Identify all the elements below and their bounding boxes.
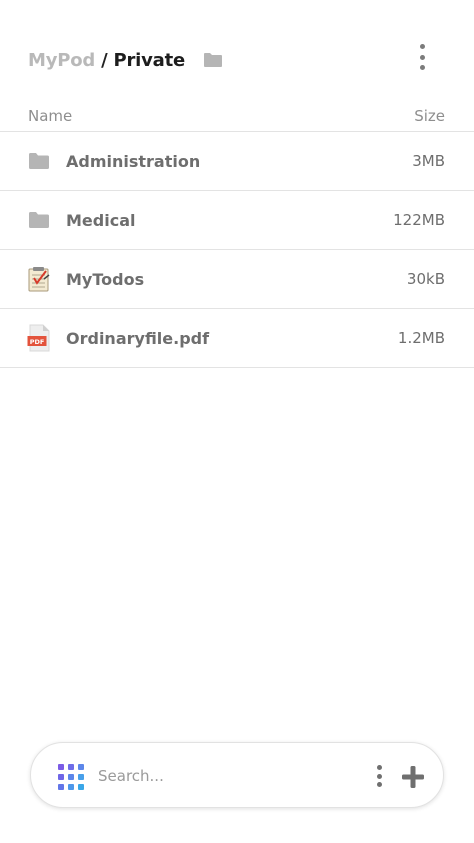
svg-text:PDF: PDF (30, 338, 45, 346)
file-list: Administration 3MB Medical 122MB MyTodos… (0, 132, 474, 368)
file-name: Administration (66, 151, 201, 171)
plus-icon[interactable] (402, 766, 424, 788)
breadcrumb-separator: / (101, 49, 108, 71)
file-size: 30kB (406, 270, 445, 288)
more-vertical-icon[interactable] (375, 765, 383, 787)
header: MyPod / Private (28, 38, 446, 82)
file-name: Medical (66, 210, 136, 230)
list-item[interactable]: Administration 3MB (0, 132, 474, 191)
list-item[interactable]: MyTodos 30kB (0, 250, 474, 309)
file-size: 1.2MB (397, 329, 445, 347)
list-item[interactable]: PDF Ordinaryfile.pdf 1.2MB (0, 309, 474, 368)
file-name: Ordinaryfile.pdf (66, 328, 210, 348)
apps-grid-icon[interactable] (58, 764, 84, 790)
list-item[interactable]: Medical 122MB (0, 191, 474, 250)
folder-icon (27, 208, 51, 232)
column-header-size[interactable]: Size (414, 107, 445, 125)
search-bar (30, 742, 444, 808)
folder-icon (204, 53, 223, 67)
breadcrumb-root[interactable]: MyPod (28, 50, 95, 71)
file-name: MyTodos (66, 269, 145, 289)
column-header-name[interactable]: Name (28, 107, 72, 125)
column-headers: Name Size (28, 104, 445, 128)
file-size: 122MB (393, 211, 445, 229)
breadcrumb-current: Private (113, 49, 186, 71)
todo-notepad-icon (27, 267, 51, 292)
folder-icon (27, 149, 51, 173)
breadcrumb: MyPod / Private (28, 50, 223, 71)
pdf-file-icon: PDF (27, 324, 51, 352)
more-vertical-icon[interactable] (416, 44, 428, 70)
file-browser-page: MyPod / Private Name Size Administration… (0, 0, 474, 843)
file-size: 3MB (412, 152, 445, 170)
search-input[interactable] (98, 761, 348, 791)
